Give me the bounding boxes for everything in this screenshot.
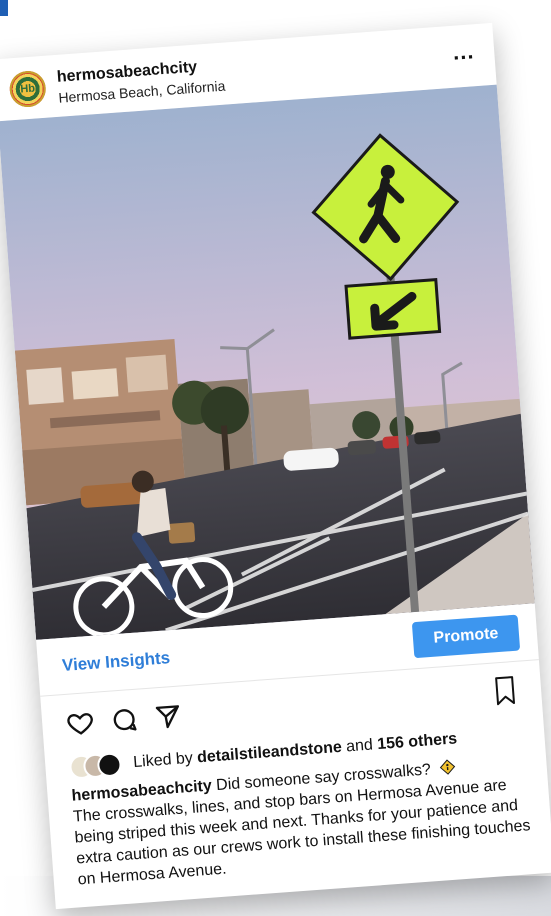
view-insights-link[interactable]: View Insights: [61, 648, 171, 676]
liked-by-user[interactable]: detailstileandstone: [197, 739, 343, 768]
blue-accent-bar: [0, 0, 8, 16]
arrow-sign: [344, 278, 442, 340]
promote-button[interactable]: Promote: [411, 614, 521, 659]
instagram-post-card: Hb hermosabeachcity Hermosa Beach, Calif…: [0, 22, 551, 910]
liked-by-and: and: [345, 736, 374, 756]
post-photo[interactable]: [0, 84, 535, 640]
avatar-logo-text: Hb: [19, 82, 36, 96]
liked-by-prefix: Liked by: [132, 749, 194, 772]
avatar[interactable]: [96, 752, 123, 778]
profile-avatar[interactable]: Hb: [8, 69, 47, 109]
heart-icon[interactable]: [65, 708, 95, 738]
bookmark-icon[interactable]: [492, 675, 518, 707]
comment-icon[interactable]: [109, 705, 139, 735]
share-icon[interactable]: [153, 701, 183, 731]
warning-icon: [439, 759, 456, 776]
liker-avatars: [68, 752, 127, 780]
photo-scene: [0, 84, 535, 640]
liked-by-others[interactable]: 156 others: [377, 730, 458, 754]
more-icon[interactable]: ...: [452, 38, 475, 65]
